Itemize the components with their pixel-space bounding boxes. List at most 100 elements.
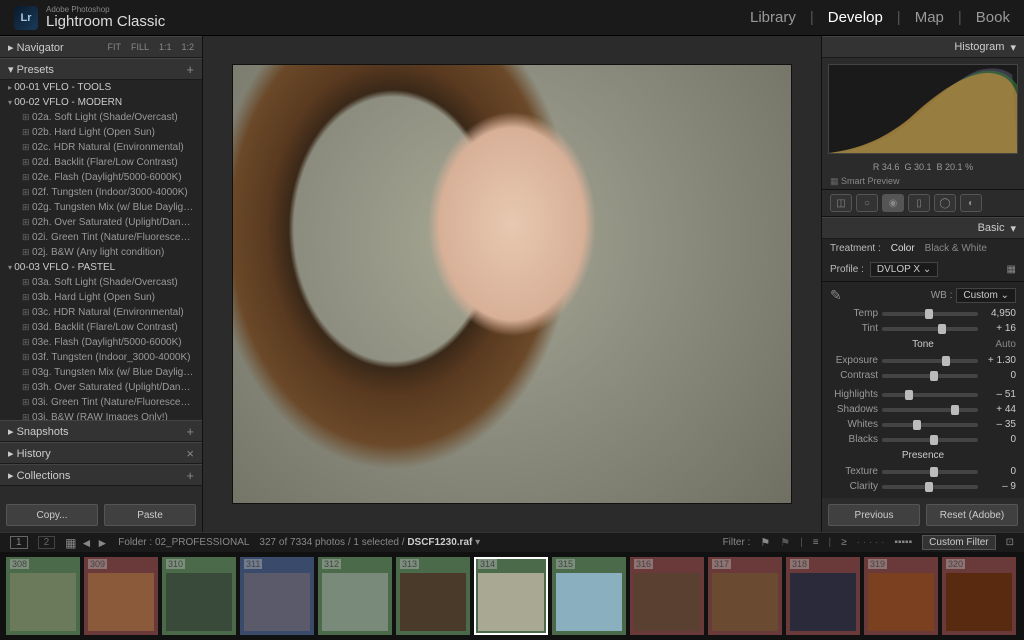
- slider-highlights[interactable]: Highlights – 51: [822, 387, 1024, 402]
- photo-preview[interactable]: [232, 64, 792, 504]
- preset-item[interactable]: 03e. Flash (Daylight/5000-6000K): [0, 335, 202, 350]
- thumbnail[interactable]: 311: [240, 557, 314, 635]
- module-develop[interactable]: Develop: [828, 9, 883, 26]
- filter-rating-icon[interactable]: ≡: [813, 537, 819, 548]
- thumbnail[interactable]: 310: [162, 557, 236, 635]
- thumbnail[interactable]: 319: [864, 557, 938, 635]
- preset-item[interactable]: 02d. Backlit (Flare/Low Contrast): [0, 155, 202, 170]
- grid-icon[interactable]: ▦: [65, 536, 76, 550]
- module-map[interactable]: Map: [915, 9, 944, 26]
- thumbnail[interactable]: 315: [552, 557, 626, 635]
- preset-group[interactable]: 00-03 VFLO - PASTEL: [0, 260, 202, 275]
- slider-blacks[interactable]: Blacks 0: [822, 432, 1024, 447]
- wb-eyedropper-icon[interactable]: ✎: [830, 287, 848, 304]
- preset-item[interactable]: 03f. Tungsten (Indoor_3000-4000K): [0, 350, 202, 365]
- slider-shadows[interactable]: Shadows + 44: [822, 402, 1024, 417]
- histogram-panel-head[interactable]: Histogram▾: [822, 36, 1024, 58]
- page-2[interactable]: 2: [38, 536, 56, 549]
- treatment-color[interactable]: Color: [891, 243, 915, 254]
- zoom-1:2[interactable]: 1:2: [181, 42, 194, 52]
- panel-snapshots[interactable]: ▸ Snapshots+: [0, 420, 202, 442]
- nav-back-icon[interactable]: ◄: [80, 536, 92, 550]
- preset-item[interactable]: 02h. Over Saturated (Uplight/Dancing): [0, 215, 202, 230]
- preset-group[interactable]: 00-01 VFLO - TOOLS: [0, 80, 202, 95]
- radial-tool-icon[interactable]: ◯: [934, 194, 956, 212]
- nav-fwd-icon[interactable]: ►: [96, 536, 108, 550]
- presets-panel-head[interactable]: ▾ Presets +: [0, 58, 202, 80]
- zoom-1:1[interactable]: 1:1: [159, 42, 172, 52]
- thumbnail[interactable]: 320: [942, 557, 1016, 635]
- paste-button[interactable]: Paste: [104, 504, 196, 526]
- flag-reject-icon[interactable]: ⚑: [780, 536, 790, 549]
- add-preset-icon[interactable]: +: [186, 62, 194, 77]
- thumbnail[interactable]: 312: [318, 557, 392, 635]
- basic-panel-head[interactable]: Basic▾: [822, 217, 1024, 239]
- thumbnail[interactable]: 309: [84, 557, 158, 635]
- panel-history[interactable]: ▸ History×: [0, 442, 202, 464]
- crop-tool-icon[interactable]: ◫: [830, 194, 852, 212]
- filter-lock-icon[interactable]: ⊡: [1006, 537, 1014, 548]
- filter-gte-icon[interactable]: ≥: [841, 537, 847, 548]
- thumbnail[interactable]: 313: [396, 557, 470, 635]
- redeye-tool-icon[interactable]: ◉: [882, 194, 904, 212]
- module-book[interactable]: Book: [976, 9, 1010, 26]
- grad-tool-icon[interactable]: ▯: [908, 194, 930, 212]
- slider-temp[interactable]: Temp 4,950: [822, 306, 1024, 321]
- profile-grid-icon[interactable]: ▦: [1007, 264, 1016, 275]
- copy-button[interactable]: Copy...: [6, 504, 98, 526]
- page-1[interactable]: 1: [10, 536, 28, 549]
- zoom-FIT[interactable]: FIT: [107, 42, 121, 52]
- preset-item[interactable]: 02c. HDR Natural (Environmental): [0, 140, 202, 155]
- previous-button[interactable]: Previous: [828, 504, 920, 526]
- thumbnail[interactable]: 308: [6, 557, 80, 635]
- wb-select[interactable]: Custom ⌄: [956, 288, 1016, 303]
- preset-item[interactable]: 03c. HDR Natural (Environmental): [0, 305, 202, 320]
- reset-button[interactable]: Reset (Adobe): [926, 504, 1018, 526]
- slider-clarity[interactable]: Clarity – 9: [822, 479, 1024, 494]
- filter-color-labels[interactable]: ▪▪▪▪▪: [894, 537, 912, 548]
- slider-exposure[interactable]: Exposure + 1.30: [822, 353, 1024, 368]
- zoom-FILL[interactable]: FILL: [131, 42, 149, 52]
- spot-tool-icon[interactable]: ○: [856, 194, 878, 212]
- thumbnail[interactable]: 318: [786, 557, 860, 635]
- preset-item[interactable]: 02i. Green Tint (Nature/Fluorescent/Wind…: [0, 230, 202, 245]
- preset-item[interactable]: 02b. Hard Light (Open Sun): [0, 125, 202, 140]
- flag-pick-icon[interactable]: ⚑: [760, 536, 770, 549]
- panel-action-icon[interactable]: +: [186, 468, 194, 483]
- preset-item[interactable]: 02j. B&W (Any light condition): [0, 245, 202, 260]
- slider-contrast[interactable]: Contrast 0: [822, 368, 1024, 383]
- preset-item[interactable]: 03h. Over Saturated (Uplight/Dancing): [0, 380, 202, 395]
- panel-action-icon[interactable]: +: [186, 424, 194, 439]
- preset-item[interactable]: 03j. B&W (RAW Images Only!): [0, 410, 202, 420]
- slider-texture[interactable]: Texture 0: [822, 464, 1024, 479]
- folder-path[interactable]: Folder : 02_PROFESSIONAL: [118, 537, 249, 548]
- profile-select[interactable]: DVLOP X ⌄: [870, 262, 938, 277]
- auto-button[interactable]: Auto: [995, 339, 1016, 350]
- thumbnail[interactable]: 316: [630, 557, 704, 635]
- filmstrip[interactable]: 308 309 310 311 312 313 314 315 316 31: [0, 552, 1024, 640]
- filter-stars[interactable]: · · · · ·: [857, 537, 885, 548]
- preset-item[interactable]: 03i. Green Tint (Nature/Fluorescent/Wind…: [0, 395, 202, 410]
- slider-tint[interactable]: Tint + 16: [822, 321, 1024, 336]
- center-viewer[interactable]: [203, 36, 821, 532]
- preset-item[interactable]: 03g. Tungsten Mix (w/ Blue Daylight): [0, 365, 202, 380]
- preset-item[interactable]: 02g. Tungsten Mix (w/ Blue Daylight): [0, 200, 202, 215]
- brush-tool-icon[interactable]: ◐: [960, 194, 982, 212]
- treatment-bw[interactable]: Black & White: [925, 243, 987, 254]
- preset-item[interactable]: 02f. Tungsten (Indoor/3000-4000K): [0, 185, 202, 200]
- preset-item[interactable]: 03b. Hard Light (Open Sun): [0, 290, 202, 305]
- panel-collections[interactable]: ▸ Collections+: [0, 464, 202, 486]
- custom-filter-select[interactable]: Custom Filter: [922, 535, 995, 550]
- panel-action-icon[interactable]: ×: [186, 446, 194, 461]
- preset-item[interactable]: 03d. Backlit (Flare/Low Contrast): [0, 320, 202, 335]
- thumbnail[interactable]: 317: [708, 557, 782, 635]
- slider-whites[interactable]: Whites – 35: [822, 417, 1024, 432]
- preset-item[interactable]: 02a. Soft Light (Shade/Overcast): [0, 110, 202, 125]
- module-library[interactable]: Library: [750, 9, 796, 26]
- preset-item[interactable]: 03a. Soft Light (Shade/Overcast): [0, 275, 202, 290]
- thumbnail[interactable]: 314: [474, 557, 548, 635]
- histogram[interactable]: [828, 64, 1018, 154]
- preset-item[interactable]: 02e. Flash (Daylight/5000-6000K): [0, 170, 202, 185]
- navigator-panel-head[interactable]: ▸ Navigator FITFILL1:11:2: [0, 36, 202, 58]
- preset-group[interactable]: 00-02 VFLO - MODERN: [0, 95, 202, 110]
